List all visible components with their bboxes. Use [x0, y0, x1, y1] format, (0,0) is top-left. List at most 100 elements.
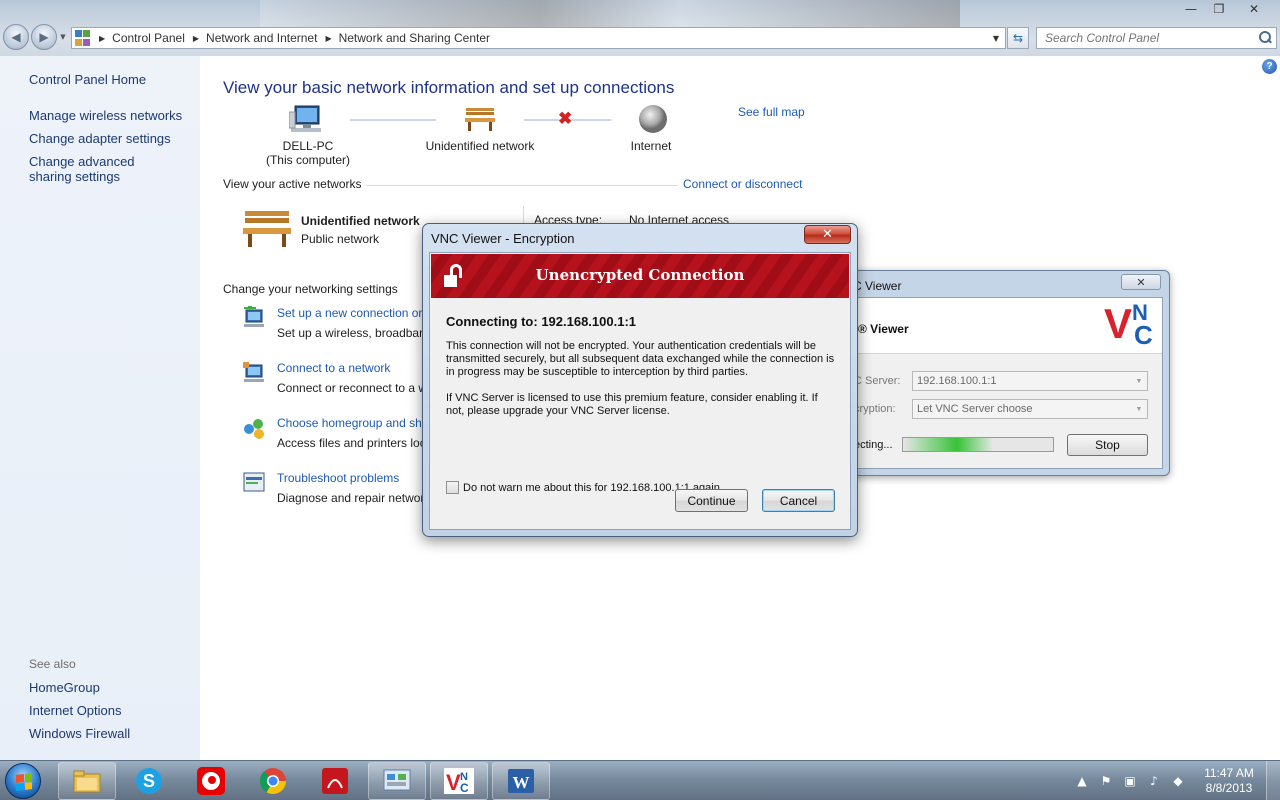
dialog-close-button[interactable]: ✕ [804, 225, 851, 244]
help-icon[interactable]: ? [1262, 59, 1277, 74]
search-input[interactable] [1045, 31, 1245, 45]
search-icon[interactable] [1258, 31, 1272, 45]
homegroup-desc: Access files and printers loc [277, 436, 426, 450]
breadcrumb-separator-icon[interactable]: ▶ [99, 34, 105, 43]
map-network-label: Unidentified network [425, 139, 535, 153]
svg-text:V: V [446, 770, 461, 794]
see-also-windows-firewall[interactable]: Windows Firewall [29, 726, 130, 741]
search-box[interactable] [1036, 27, 1277, 49]
vnc-encryption-combo[interactable]: Let VNC Server choose ▼ [912, 399, 1148, 419]
back-button[interactable]: ◀ [3, 24, 29, 50]
address-dropdown-icon[interactable]: ▼ [987, 34, 1005, 43]
vnc-server-label: C Server: [854, 375, 901, 387]
volume-icon[interactable]: ♪ [1146, 773, 1162, 789]
no-connection-icon: ✖ [558, 109, 573, 128]
windows-logo-icon [16, 773, 32, 791]
map-internet-label: Internet [630, 139, 672, 153]
taskbar-acrobat[interactable] [306, 762, 364, 800]
connect-to-network-link[interactable]: Connect to a network [277, 361, 390, 375]
control-panel-icon [75, 30, 91, 46]
close-icon: ✕ [822, 227, 833, 242]
troubleshoot-link[interactable]: Troubleshoot problems [277, 471, 399, 485]
forward-button[interactable]: ▶ [31, 24, 57, 50]
divider [366, 185, 678, 186]
homegroup-link[interactable]: Choose homegroup and sh [277, 416, 422, 430]
setup-new-connection-desc: Set up a wireless, broadband [277, 326, 433, 340]
taskbar-word[interactable]: W [492, 762, 550, 800]
vnc-status-label: ecting... [854, 439, 893, 451]
license-paragraph: If VNC Server is licensed to use this pr… [446, 392, 818, 417]
vnc-stop-button[interactable]: Stop [1067, 434, 1148, 456]
control-panel-home-link[interactable]: Control Panel Home [29, 72, 146, 87]
network-icon[interactable]: ▣ [1122, 773, 1138, 789]
sidebar-item-advanced-sharing[interactable]: Change advanced sharing settings [29, 154, 179, 184]
taskbar-vnc-viewer[interactable]: V N C [430, 762, 488, 800]
troubleshoot-icon [243, 472, 265, 492]
see-also-internet-options[interactable]: Internet Options [29, 703, 122, 718]
system-clock[interactable]: 11:47 AM 8/8/2013 [1200, 766, 1258, 796]
sidebar-item-adapter-settings[interactable]: Change adapter settings [29, 131, 171, 146]
breadcrumb-network-sharing-center[interactable]: Network and Sharing Center [339, 31, 490, 45]
taskbar-control-panel[interactable] [368, 762, 426, 800]
map-link-line [350, 119, 436, 121]
breadcrumb-network-and-internet[interactable]: Network and Internet [206, 31, 317, 45]
breadcrumb-separator-icon[interactable]: ▶ [193, 34, 199, 43]
vnc-window-close-button[interactable]: ✕ [1121, 274, 1161, 290]
vnc-logo-c: C [1134, 320, 1153, 350]
word-icon: W [508, 769, 534, 793]
sidebar-item-manage-wireless[interactable]: Manage wireless networks [29, 108, 182, 123]
show-hidden-icons[interactable]: ▲ [1074, 773, 1090, 789]
see-full-map-link[interactable]: See full map [738, 105, 805, 119]
taskbar: S V N C W ▲ ⚑ ▣ ♪ ◆ 11:47 AM 8/8/2013 [0, 760, 1280, 800]
map-computer-name: DELL-PC [282, 139, 334, 153]
close-button[interactable]: ✕ [1234, 0, 1274, 18]
see-also-homegroup[interactable]: HomeGroup [29, 680, 100, 695]
back-arrow-icon: ◀ [11, 30, 21, 44]
taskbar-explorer[interactable] [58, 762, 116, 800]
control-panel-icon [383, 769, 411, 791]
show-desktop-button[interactable] [1266, 761, 1280, 800]
left-navigation-pane: Control Panel Home Manage wireless netwo… [0, 56, 200, 760]
vnc-window-header: ® Viewer V N C [846, 298, 1162, 354]
dialog-body: Unencrypted Connection Connecting to: 19… [429, 252, 851, 530]
acrobat-icon [322, 768, 348, 794]
vnc-viewer-window: C Viewer ✕ ® Viewer V N C C Server: 192.… [838, 270, 1170, 476]
start-button[interactable] [5, 763, 41, 799]
change-settings-heading: Change your networking settings [223, 282, 398, 296]
vnc-logo-icon: V N C [1104, 302, 1158, 350]
chrome-icon [259, 768, 287, 795]
connecting-to-text: Connecting to: 192.168.100.1:1 [446, 314, 637, 329]
taskbar-skype[interactable]: S [120, 762, 178, 800]
dropbox-icon[interactable]: ◆ [1170, 773, 1186, 789]
skype-icon: S [136, 768, 162, 794]
vnc-server-combo[interactable]: 192.168.100.1:1 ▼ [912, 371, 1148, 391]
action-center-flag-icon[interactable]: ⚑ [1098, 773, 1114, 789]
refresh-button[interactable]: ⇆ [1007, 27, 1029, 49]
new-connection-icon [244, 306, 264, 327]
vnc-progress-bar [902, 437, 1054, 452]
continue-button[interactable]: Continue [675, 489, 748, 512]
minimize-button[interactable]: — [1178, 0, 1204, 18]
map-computer-sub: (This computer) [265, 153, 351, 167]
connect-network-icon [243, 362, 264, 382]
window-chrome: — ❐ ✕ ◀ ▶ ▼ ▶ Control Panel ▶ Network an… [0, 0, 1280, 56]
computer-icon [289, 105, 321, 132]
taskbar-vodafone[interactable] [182, 762, 240, 800]
active-network-type[interactable]: Public network [301, 232, 379, 246]
cancel-button[interactable]: Cancel [762, 489, 835, 512]
connect-or-disconnect-link[interactable]: Connect or disconnect [683, 177, 802, 191]
active-network-name: Unidentified network [301, 214, 420, 228]
map-computer-label: DELL-PC (This computer) [258, 139, 358, 167]
setup-new-connection-link[interactable]: Set up a new connection or [277, 306, 422, 320]
dont-warn-checkbox[interactable] [446, 481, 459, 494]
bench-icon [465, 108, 495, 131]
vnc-server-value: 192.168.100.1:1 [917, 375, 997, 387]
breadcrumb-control-panel[interactable]: Control Panel [112, 31, 185, 45]
taskbar-chrome[interactable] [244, 762, 302, 800]
svg-text:W: W [513, 773, 530, 792]
restore-button[interactable]: ❐ [1206, 0, 1232, 18]
address-bar[interactable]: ▶ Control Panel ▶ Network and Internet ▶… [71, 27, 1006, 49]
see-also-label: See also [29, 657, 76, 671]
recent-pages-dropdown[interactable]: ▼ [57, 24, 69, 50]
breadcrumb-separator-icon[interactable]: ▶ [325, 34, 331, 43]
